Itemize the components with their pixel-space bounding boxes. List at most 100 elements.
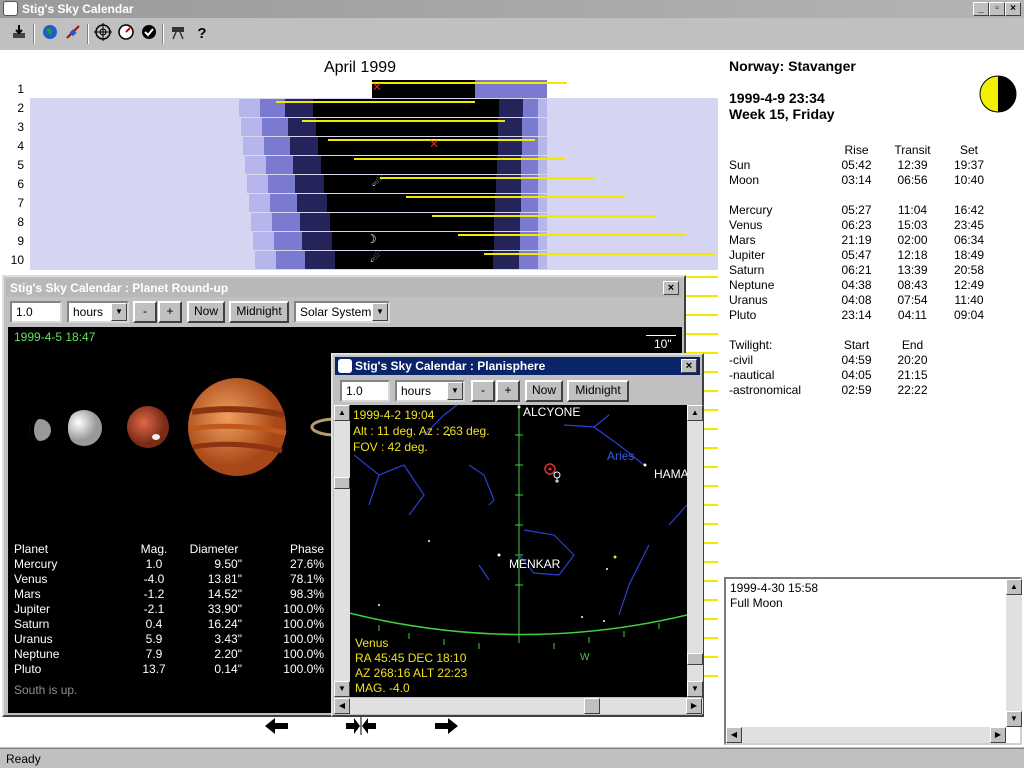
daylight-band	[686, 327, 718, 345]
scroll-up-icon[interactable]: ▲	[1006, 579, 1022, 595]
scroll-left-icon[interactable]: ◀	[726, 727, 742, 743]
clock-icon[interactable]	[138, 23, 160, 45]
moon-visibility-line	[276, 101, 475, 103]
half-moon-icon	[978, 74, 1018, 117]
scroll-down-icon[interactable]: ▼	[687, 681, 703, 697]
scroll-up-icon[interactable]: ▲	[687, 405, 703, 421]
roundup-note: South is up.	[14, 683, 78, 697]
next-arrow-icon[interactable]	[433, 715, 459, 741]
planisphere-left-scroll[interactable]: ▲ ▼	[334, 405, 350, 697]
daylight-band	[686, 308, 718, 326]
planisphere-close-button[interactable]: ×	[681, 359, 697, 373]
object-az-alt: AZ 268:16 ALT 22:23	[355, 666, 468, 680]
minimize-button[interactable]: _	[973, 2, 989, 16]
table-row: -civil 04:59 20:20	[729, 352, 997, 367]
star-label-menkar: MENKAR	[509, 557, 561, 571]
planisphere-unit-select[interactable]: hours ▼	[395, 380, 465, 402]
meteor-icon[interactable]: ☄	[372, 175, 383, 189]
status-bar: Ready	[0, 748, 1024, 768]
roundup-mag: 1.0	[145, 556, 163, 571]
eclipse-marker-icon[interactable]: ✕	[372, 80, 382, 94]
roundup-unit-select[interactable]: hours ▼	[67, 301, 129, 323]
mercury-image	[29, 419, 51, 441]
events-vscroll[interactable]: ▲ ▼	[1006, 579, 1022, 727]
planet-name: Venus	[729, 217, 763, 232]
col-planet: Planet	[14, 541, 49, 556]
scroll-down-icon[interactable]: ▼	[334, 681, 350, 697]
crescent-moon-icon[interactable]: ☽	[366, 232, 377, 246]
roundup-name: Venus	[14, 571, 48, 586]
jupiter-image	[188, 378, 287, 476]
planet-rise: 04:08	[841, 292, 872, 307]
maximize-button[interactable]: ▫	[989, 2, 1005, 16]
print-icon[interactable]	[8, 23, 30, 45]
moon-visibility-line	[372, 82, 567, 84]
planet-rise: 05:27	[841, 202, 872, 217]
moon-visibility-line	[686, 276, 718, 278]
scroll-thumb[interactable]	[584, 698, 600, 714]
close-button[interactable]: ×	[1005, 2, 1021, 16]
calendar-day-number: 10	[10, 253, 24, 267]
table-row: Jupiter -2.1 33.90" 100.0%	[14, 601, 324, 616]
roundup-name: Uranus	[14, 631, 53, 646]
planet-images	[29, 378, 338, 476]
planisphere-right-scroll[interactable]: ▲ ▼	[687, 405, 703, 697]
scroll-right-icon[interactable]: ▶	[686, 698, 702, 714]
planisphere-step-input[interactable]: 1.0	[340, 380, 390, 402]
dropdown-arrow-icon[interactable]: ▼	[447, 382, 463, 400]
help-icon[interactable]: ?	[191, 23, 213, 45]
planisphere-now-button[interactable]: Now	[525, 380, 563, 402]
roundup-plus-button[interactable]: +	[158, 301, 182, 323]
meteor-icon[interactable]: ☄	[370, 251, 381, 265]
sunmoon-name: Moon	[729, 172, 760, 187]
planet-set: 12:49	[953, 277, 985, 292]
planisphere-midnight-button[interactable]: Midnight	[567, 380, 629, 402]
sunmoon-name: Sun	[729, 157, 751, 172]
planisphere-bottom-scroll[interactable]: ◀ ▶	[334, 698, 703, 714]
dropdown-arrow-icon[interactable]: ▼	[372, 303, 388, 321]
center-arrows-icon[interactable]	[345, 715, 377, 741]
events-panel: 1999-4-30 15:58 Full Moon ▲ ▼ ◀ ▶	[724, 577, 1022, 745]
planisphere-minus-button[interactable]: -	[471, 380, 495, 402]
sky-map[interactable]: 1999-4-2 19:04 Alt : 11 deg. Az : 263 de…	[349, 405, 695, 697]
roundup-diam: 3.43"	[214, 631, 242, 646]
dial-icon[interactable]	[115, 23, 137, 45]
sunmoon-rise: 03:14	[841, 172, 872, 187]
roundup-step-input[interactable]: 1.0	[10, 301, 62, 323]
compass-west-label: W	[580, 652, 590, 663]
roundup-diam: 2.20"	[214, 646, 242, 661]
events-hscroll[interactable]: ◀ ▶	[726, 727, 1006, 743]
previous-arrow-icon[interactable]	[264, 715, 290, 741]
conjunction-marker-icon[interactable]: ✕	[429, 137, 439, 151]
planisphere-window: Stig's Sky Calendar : Planisphere × 1.0 …	[331, 353, 704, 717]
roundup-midnight-button[interactable]: Midnight	[229, 301, 289, 323]
table-row: -astronomical 02:59 22:22	[729, 382, 997, 397]
scroll-thumb[interactable]	[687, 653, 703, 665]
planet-name: Mars	[729, 232, 756, 247]
roundup-minus-button[interactable]: -	[133, 301, 157, 323]
roundup-close-button[interactable]: ×	[663, 281, 679, 295]
dropdown-arrow-icon[interactable]: ▼	[111, 303, 127, 321]
scroll-up-icon[interactable]: ▲	[334, 405, 350, 421]
toolbar-separator	[33, 24, 35, 44]
scroll-down-icon[interactable]: ▼	[1006, 711, 1022, 727]
target-icon[interactable]	[92, 23, 114, 45]
globe-icon[interactable]	[39, 23, 61, 45]
telescope-icon[interactable]	[168, 23, 190, 45]
roundup-name: Jupiter	[14, 601, 51, 616]
roundup-mag: 7.9	[145, 646, 163, 661]
constellation-label-aries: Aries	[607, 449, 635, 463]
planet-transit: 11:04	[897, 202, 928, 217]
calendar-gridline	[30, 269, 718, 270]
roundup-phase: 100.0%	[283, 616, 324, 631]
planisphere-plus-button[interactable]: +	[496, 380, 520, 402]
scroll-right-icon[interactable]: ▶	[990, 727, 1006, 743]
satellite-icon[interactable]	[62, 23, 84, 45]
scroll-left-icon[interactable]: ◀	[334, 698, 350, 714]
toolbar-separator	[87, 24, 89, 44]
roundup-name: Pluto	[14, 661, 42, 676]
scroll-thumb[interactable]	[334, 477, 350, 489]
roundup-now-button[interactable]: Now	[187, 301, 225, 323]
sunmoon-set: 10:40	[953, 172, 985, 187]
roundup-mode-select[interactable]: Solar System ▼	[294, 301, 390, 323]
